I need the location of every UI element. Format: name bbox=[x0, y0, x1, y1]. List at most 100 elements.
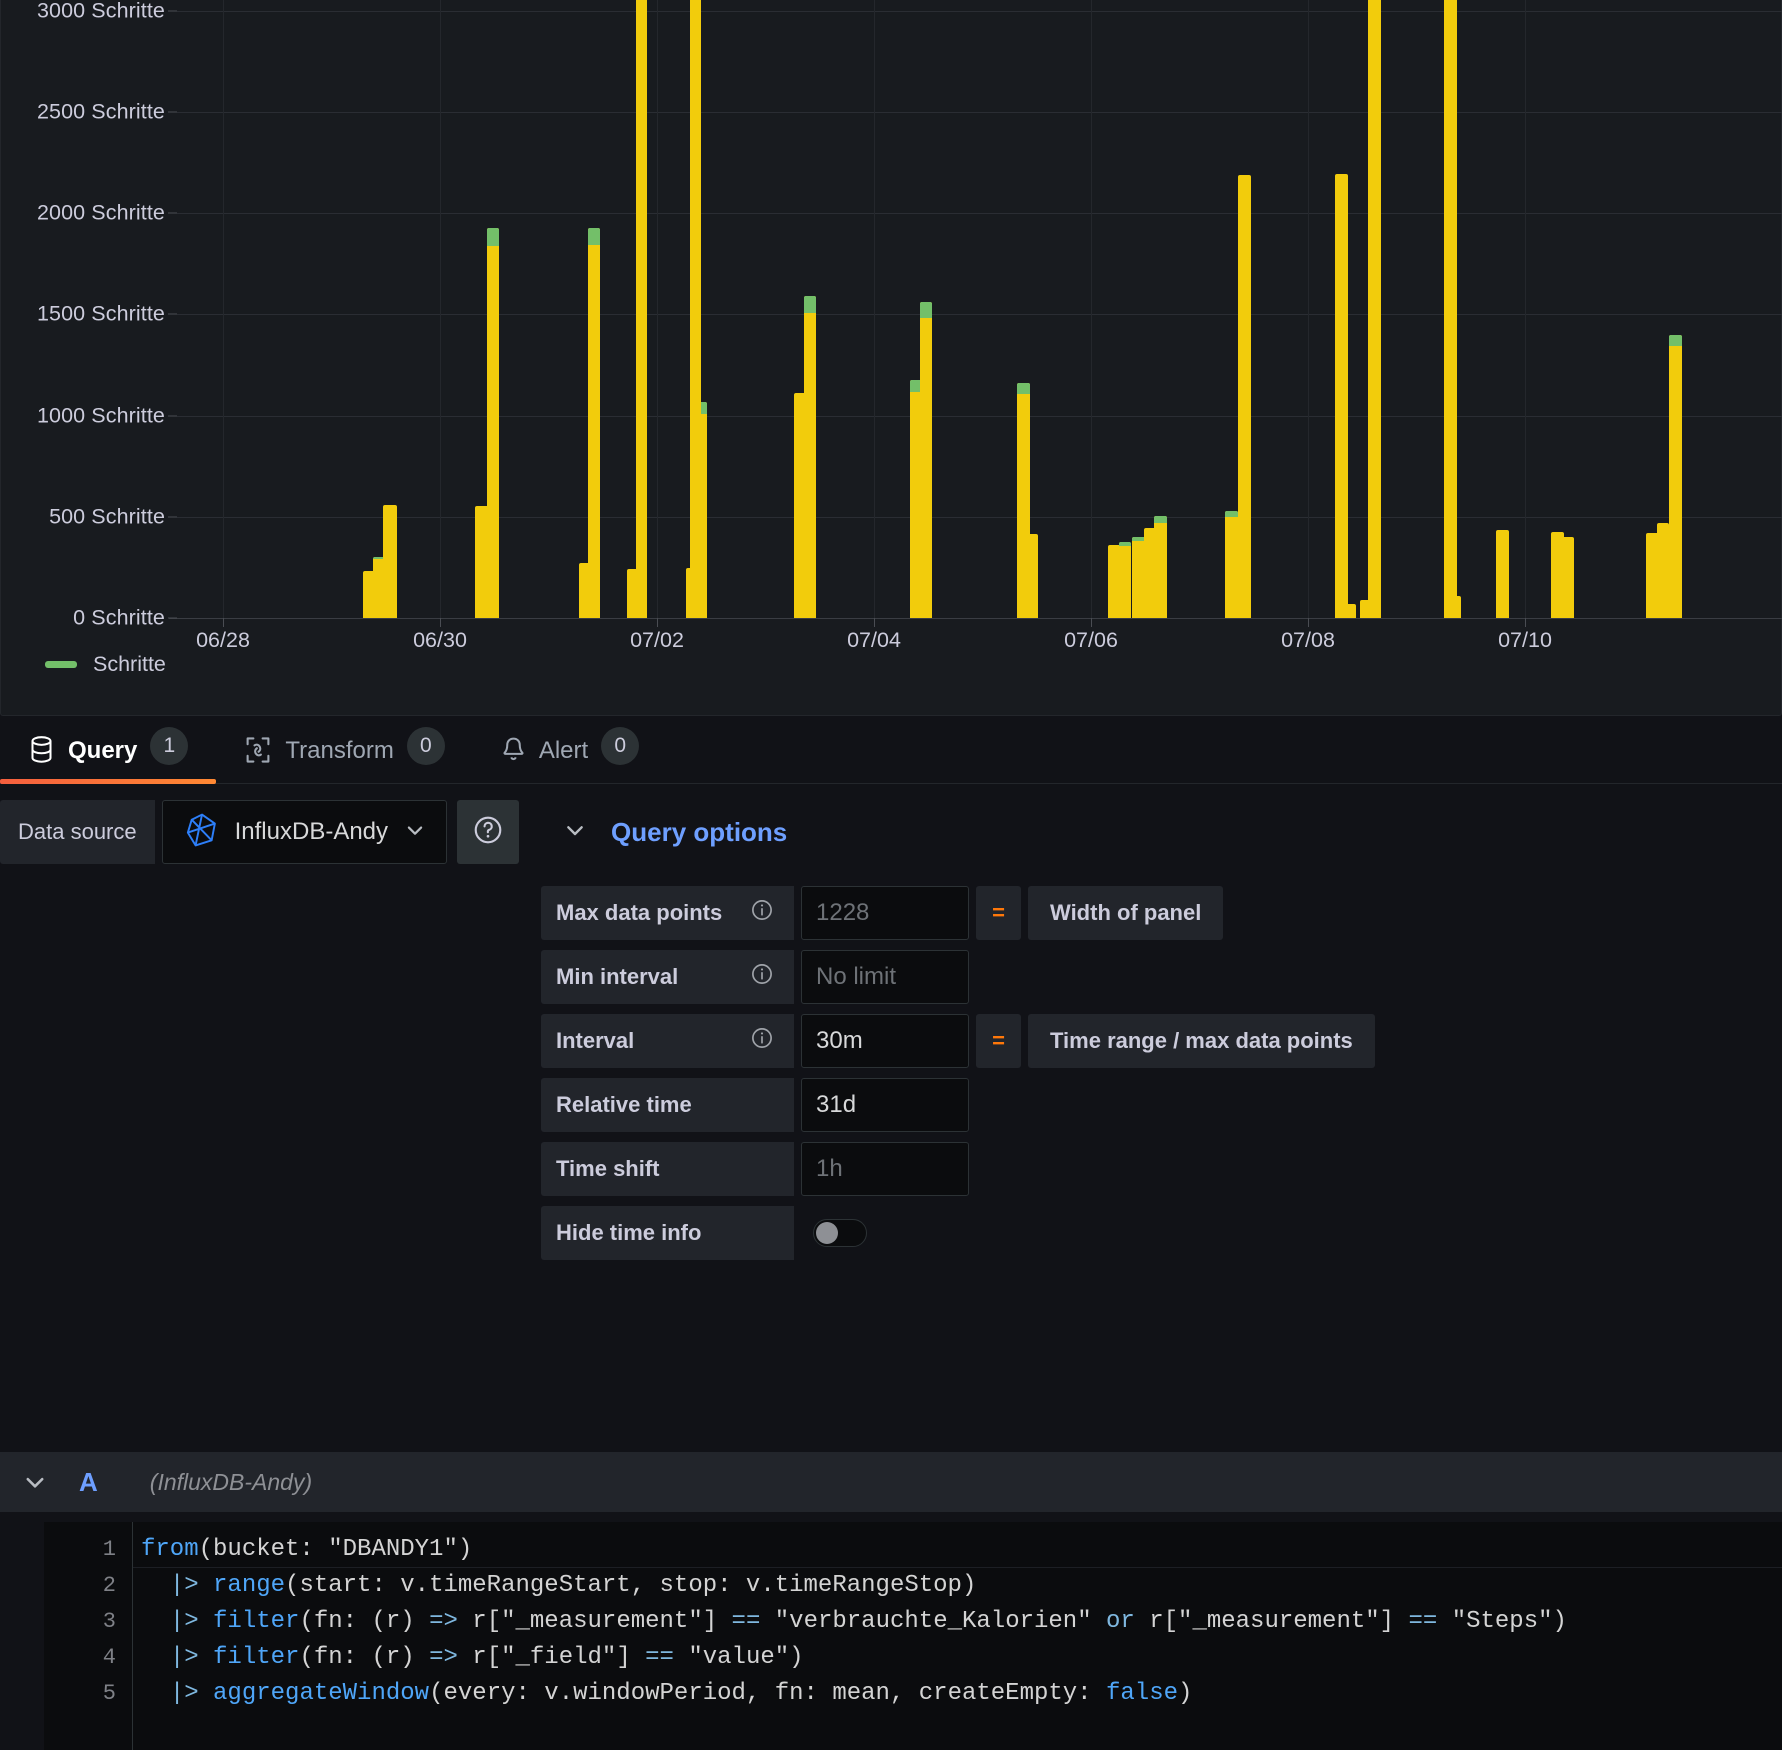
legend-color-swatch bbox=[45, 661, 77, 668]
chart-bar[interactable] bbox=[1238, 175, 1251, 618]
tab-transform[interactable]: Transform 0 bbox=[216, 716, 472, 783]
min-interval-label-cell: Min interval bbox=[541, 950, 794, 1004]
code-line[interactable]: |> aggregateWindow(every: v.windowPeriod… bbox=[133, 1676, 1782, 1712]
chart-bar[interactable] bbox=[1154, 516, 1167, 618]
chevron-down-icon bbox=[563, 818, 587, 847]
chart-plot-area[interactable] bbox=[177, 0, 1782, 618]
code-line[interactable]: |> filter(fn: (r) => r["_field"] == "val… bbox=[133, 1640, 1782, 1676]
chart-bar[interactable] bbox=[588, 228, 600, 618]
chart-bar[interactable] bbox=[636, 0, 647, 618]
chart-bar-cap bbox=[1154, 516, 1167, 523]
query-options-toggle[interactable]: Query options bbox=[563, 800, 787, 864]
flux-code-editor[interactable]: 1 2 3 4 5 from(bucket: "DBANDY1") |> ran… bbox=[44, 1522, 1782, 1750]
tab-query-label: Query bbox=[68, 737, 137, 765]
info-circle-icon[interactable] bbox=[750, 1026, 774, 1056]
datasource-picker[interactable]: InfluxDB-Andy bbox=[162, 800, 447, 864]
time-shift-input[interactable]: 1h bbox=[801, 1142, 969, 1196]
code-line-number-gutter: 1 2 3 4 5 bbox=[44, 1522, 132, 1750]
chart-bar-cap bbox=[487, 228, 499, 246]
influxdb-logo-icon bbox=[185, 812, 219, 853]
chart-bar[interactable] bbox=[1360, 600, 1372, 618]
code-line[interactable]: |> range(start: v.timeRangeStart, stop: … bbox=[133, 1568, 1782, 1604]
chart-bar[interactable] bbox=[1026, 534, 1038, 618]
chart-bar-cap bbox=[1119, 542, 1131, 546]
query-row-header: A (InfluxDB-Andy) bbox=[0, 1452, 1782, 1512]
chart-bar[interactable] bbox=[383, 505, 397, 618]
tab-query[interactable]: Query 1 bbox=[0, 716, 216, 783]
chart-bar[interactable] bbox=[920, 302, 932, 618]
chevron-down-icon bbox=[404, 819, 426, 846]
chart-bar[interactable] bbox=[1225, 511, 1238, 618]
chart-bar[interactable] bbox=[1368, 0, 1381, 618]
hide-time-info-label-cell: Hide time info bbox=[541, 1206, 794, 1260]
y-axis-tick-mark bbox=[168, 618, 177, 619]
min-interval-input[interactable]: No limit bbox=[801, 950, 969, 1004]
y-axis-tick-label: 2500 Schritte bbox=[37, 99, 165, 124]
chart-bar[interactable] bbox=[1444, 0, 1457, 618]
query-ref-id[interactable]: A bbox=[79, 1467, 98, 1498]
chart-bar[interactable] bbox=[804, 296, 816, 618]
datasource-selected-name: InfluxDB-Andy bbox=[235, 818, 388, 846]
chart-bar[interactable] bbox=[1344, 604, 1356, 618]
max-data-points-input[interactable]: 1228 bbox=[801, 886, 969, 940]
max-data-points-description: Width of panel bbox=[1028, 886, 1223, 940]
x-axis-tick-label: 07/04 bbox=[847, 628, 901, 653]
chart-bar[interactable] bbox=[1562, 537, 1574, 618]
tab-alert-badge: 0 bbox=[601, 727, 639, 765]
x-axis-tick-label: 06/28 bbox=[196, 628, 250, 653]
gridline-horizontal bbox=[177, 416, 1782, 417]
chart-bar[interactable] bbox=[690, 0, 701, 618]
tab-active-underline bbox=[0, 779, 216, 784]
legend-series-label[interactable]: Schritte bbox=[93, 652, 166, 677]
chart-bar[interactable] bbox=[1449, 596, 1461, 618]
info-circle-icon[interactable] bbox=[750, 962, 774, 992]
info-circle-icon[interactable] bbox=[750, 898, 774, 928]
graph-panel: Schritte 0 Schritte500 Schritte1000 Schr… bbox=[0, 0, 1782, 716]
chart-bar[interactable] bbox=[1657, 523, 1669, 618]
tab-alert[interactable]: Alert 0 bbox=[473, 716, 667, 783]
y-axis-tick-label: 2000 Schritte bbox=[37, 201, 165, 226]
hide-time-info-label: Hide time info bbox=[556, 1220, 701, 1246]
y-axis-tick-label: 1000 Schritte bbox=[37, 403, 165, 428]
toggle-knob bbox=[816, 1222, 838, 1244]
datasource-help-button[interactable] bbox=[457, 800, 519, 864]
chart-bar[interactable] bbox=[1335, 174, 1348, 618]
gridline-horizontal bbox=[177, 11, 1782, 12]
y-axis-tick-mark bbox=[168, 10, 177, 11]
x-axis-tick-label: 06/30 bbox=[413, 628, 467, 653]
chart-bar[interactable] bbox=[1496, 530, 1509, 618]
code-line[interactable]: |> filter(fn: (r) => r["_measurement"] =… bbox=[133, 1604, 1782, 1640]
datasource-row: Data source InfluxDB-Andy bbox=[0, 800, 1782, 864]
chart-bar[interactable] bbox=[1119, 542, 1131, 618]
chart-bar-cap bbox=[920, 302, 932, 318]
gridline-horizontal bbox=[177, 213, 1782, 214]
tab-transform-label: Transform bbox=[285, 737, 393, 765]
line-number: 1 bbox=[44, 1532, 132, 1568]
y-axis-tick-mark bbox=[168, 111, 177, 112]
y-axis-tick-mark bbox=[168, 516, 177, 517]
line-number: 5 bbox=[44, 1676, 132, 1712]
query-datasource-note: (InfluxDB-Andy) bbox=[150, 1469, 312, 1496]
form-row-min-interval: Min interval No limit bbox=[541, 950, 1375, 1004]
y-axis-tick-mark bbox=[168, 213, 177, 214]
code-line[interactable]: from(bucket: "DBANDY1") bbox=[133, 1532, 1782, 1568]
chevron-down-icon[interactable] bbox=[22, 1469, 48, 1495]
chart-legend[interactable]: Schritte bbox=[45, 652, 166, 677]
max-data-points-label-cell: Max data points bbox=[541, 886, 794, 940]
datasource-label: Data source bbox=[0, 800, 155, 864]
form-row-hide-time-info: Hide time info bbox=[541, 1206, 1375, 1260]
interval-label: Interval bbox=[556, 1028, 634, 1054]
chart-bar[interactable] bbox=[487, 228, 499, 618]
hide-time-info-toggle[interactable] bbox=[813, 1219, 867, 1247]
y-axis-tick-label: 500 Schritte bbox=[49, 504, 165, 529]
line-number: 3 bbox=[44, 1604, 132, 1640]
chart-bar[interactable] bbox=[1669, 335, 1682, 618]
gridline-vertical bbox=[440, 0, 441, 618]
relative-time-input[interactable]: 31d bbox=[801, 1078, 969, 1132]
chart-bar-cap bbox=[1017, 383, 1030, 394]
interval-value: 30m bbox=[801, 1014, 969, 1068]
code-lines[interactable]: from(bucket: "DBANDY1") |> range(start: … bbox=[132, 1522, 1782, 1750]
min-interval-label: Min interval bbox=[556, 964, 678, 990]
query-options-title: Query options bbox=[611, 817, 787, 848]
tab-alert-label: Alert bbox=[539, 737, 588, 765]
